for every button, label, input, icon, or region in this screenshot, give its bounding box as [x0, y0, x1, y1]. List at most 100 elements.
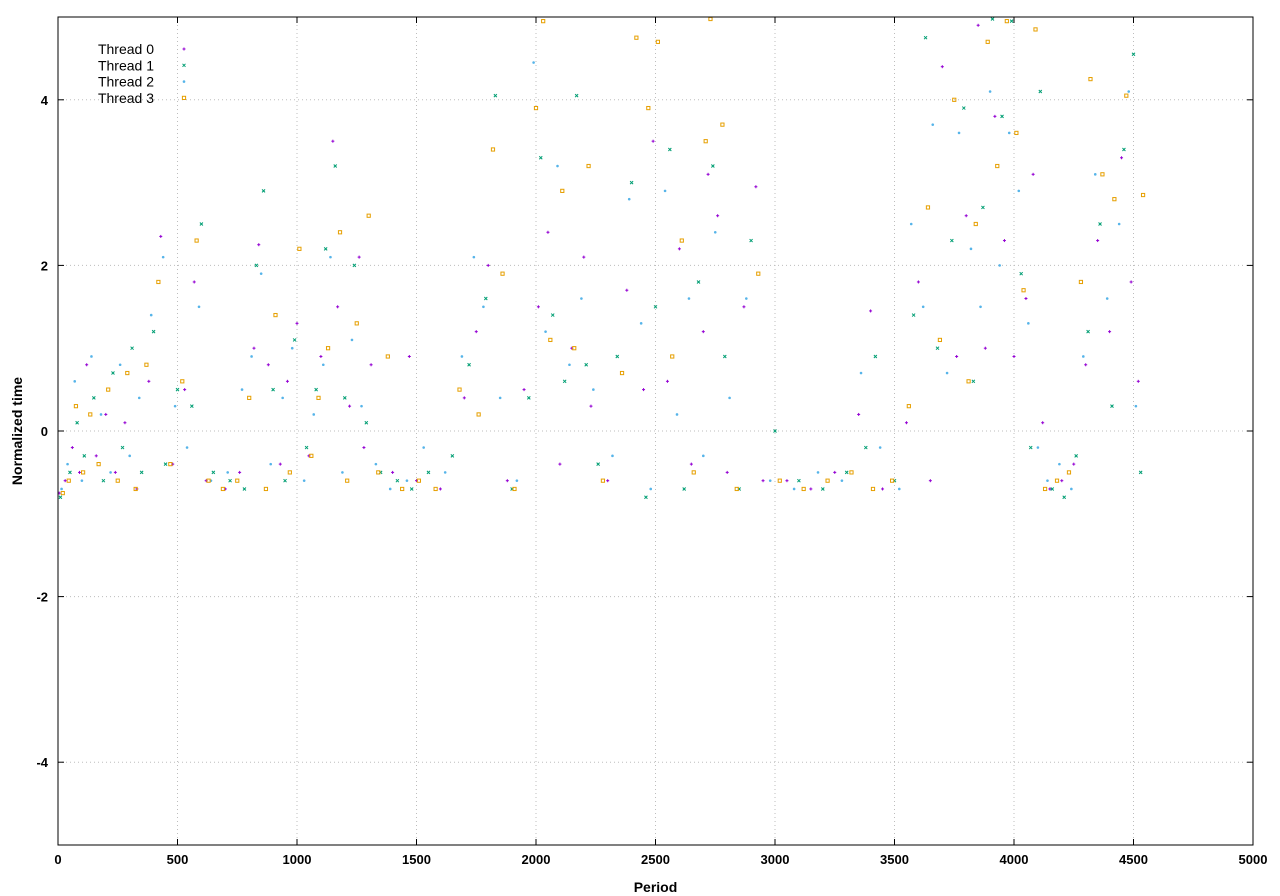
legend-item: Thread 2 [98, 74, 186, 90]
data-point [734, 486, 739, 492]
data-point [634, 35, 639, 40]
data-point [388, 487, 392, 491]
data-point [720, 122, 725, 127]
data-point [869, 309, 873, 313]
data-point [70, 446, 74, 450]
data-point [163, 462, 168, 466]
data-point [250, 355, 253, 358]
data-point [615, 354, 620, 359]
data-point [460, 355, 464, 358]
data-point [168, 462, 173, 467]
data-point [979, 305, 982, 309]
axes: 0 500 1000 1500 2000 2500 3000 3500 4000 4500 5000… [36, 17, 1267, 867]
data-point [348, 404, 352, 408]
data-point [113, 470, 117, 474]
data-point [206, 478, 211, 483]
data-point [325, 346, 331, 351]
data-point [352, 263, 357, 268]
x-tick-label: 2500 [641, 852, 670, 867]
data-point [354, 321, 359, 326]
data-point [257, 243, 261, 247]
data-point [175, 387, 180, 392]
data-point [376, 470, 381, 475]
data-point [106, 387, 111, 392]
y-axis-title: Normalized time [9, 377, 25, 485]
data-point [319, 354, 323, 358]
data-point [1046, 479, 1049, 482]
data-point [844, 470, 849, 475]
data-point [998, 264, 1001, 267]
data-point [366, 213, 371, 218]
data-point [1084, 363, 1088, 367]
data-point [820, 487, 825, 491]
data-point [937, 337, 943, 343]
legend: Thread 0Thread 1Thread 2Thread 3 [98, 41, 187, 106]
data-point [111, 371, 115, 375]
data-point [1017, 189, 1021, 193]
data-point [711, 164, 715, 168]
data-point [486, 263, 490, 267]
data-point [546, 230, 550, 234]
data-point [226, 471, 229, 474]
data-point [199, 222, 204, 226]
data-point [689, 462, 693, 466]
data-point [558, 462, 562, 466]
data-point [663, 189, 667, 193]
data-point [63, 479, 67, 483]
legend-item: Thread 3 [98, 90, 187, 106]
data-point [350, 338, 354, 342]
data-point [619, 370, 625, 376]
data-point [655, 39, 660, 44]
x-tick-label: 4500 [1119, 852, 1148, 867]
data-point [840, 479, 844, 482]
data-point [973, 221, 978, 227]
data-point [331, 139, 335, 143]
data-point [1024, 297, 1028, 301]
data-point [60, 491, 65, 496]
data-point [1066, 470, 1072, 475]
data-point [374, 462, 378, 466]
data-point [833, 470, 837, 474]
data-point [476, 412, 481, 417]
data-point [777, 478, 782, 483]
data-point [405, 479, 409, 482]
data-point [1031, 172, 1035, 176]
data-point [73, 404, 79, 409]
data-point [101, 478, 106, 483]
y-tick-label: -2 [36, 590, 48, 605]
data-point [345, 478, 350, 483]
data-point [235, 478, 240, 483]
data-point [99, 413, 103, 416]
data-point [1038, 89, 1043, 94]
data-point [627, 197, 631, 201]
legend-marker [182, 47, 186, 51]
data-point [66, 462, 69, 466]
data-point [1042, 486, 1048, 492]
data-point [921, 305, 925, 309]
data-point [96, 462, 101, 467]
x-tick-label: 4000 [1000, 852, 1029, 867]
data-point [192, 280, 196, 284]
data-point [123, 421, 127, 425]
data-point [261, 189, 266, 193]
data-point [109, 471, 112, 474]
x-tick-label: 1000 [283, 852, 312, 867]
data-point [642, 388, 646, 392]
data-point [701, 330, 705, 334]
data-point [983, 346, 987, 350]
data-point [115, 478, 120, 483]
legend-marker [182, 80, 186, 83]
data-point [73, 380, 77, 383]
data-point [906, 404, 911, 409]
data-point [649, 487, 653, 491]
data-point [58, 495, 63, 500]
data-point [266, 363, 270, 367]
grid-lines [58, 17, 1253, 845]
data-point [292, 338, 297, 342]
data-point [586, 163, 591, 169]
data-points [57, 16, 1146, 500]
data-point [161, 255, 165, 259]
data-point [500, 271, 505, 276]
data-point [1074, 453, 1078, 458]
data-point [80, 470, 86, 475]
